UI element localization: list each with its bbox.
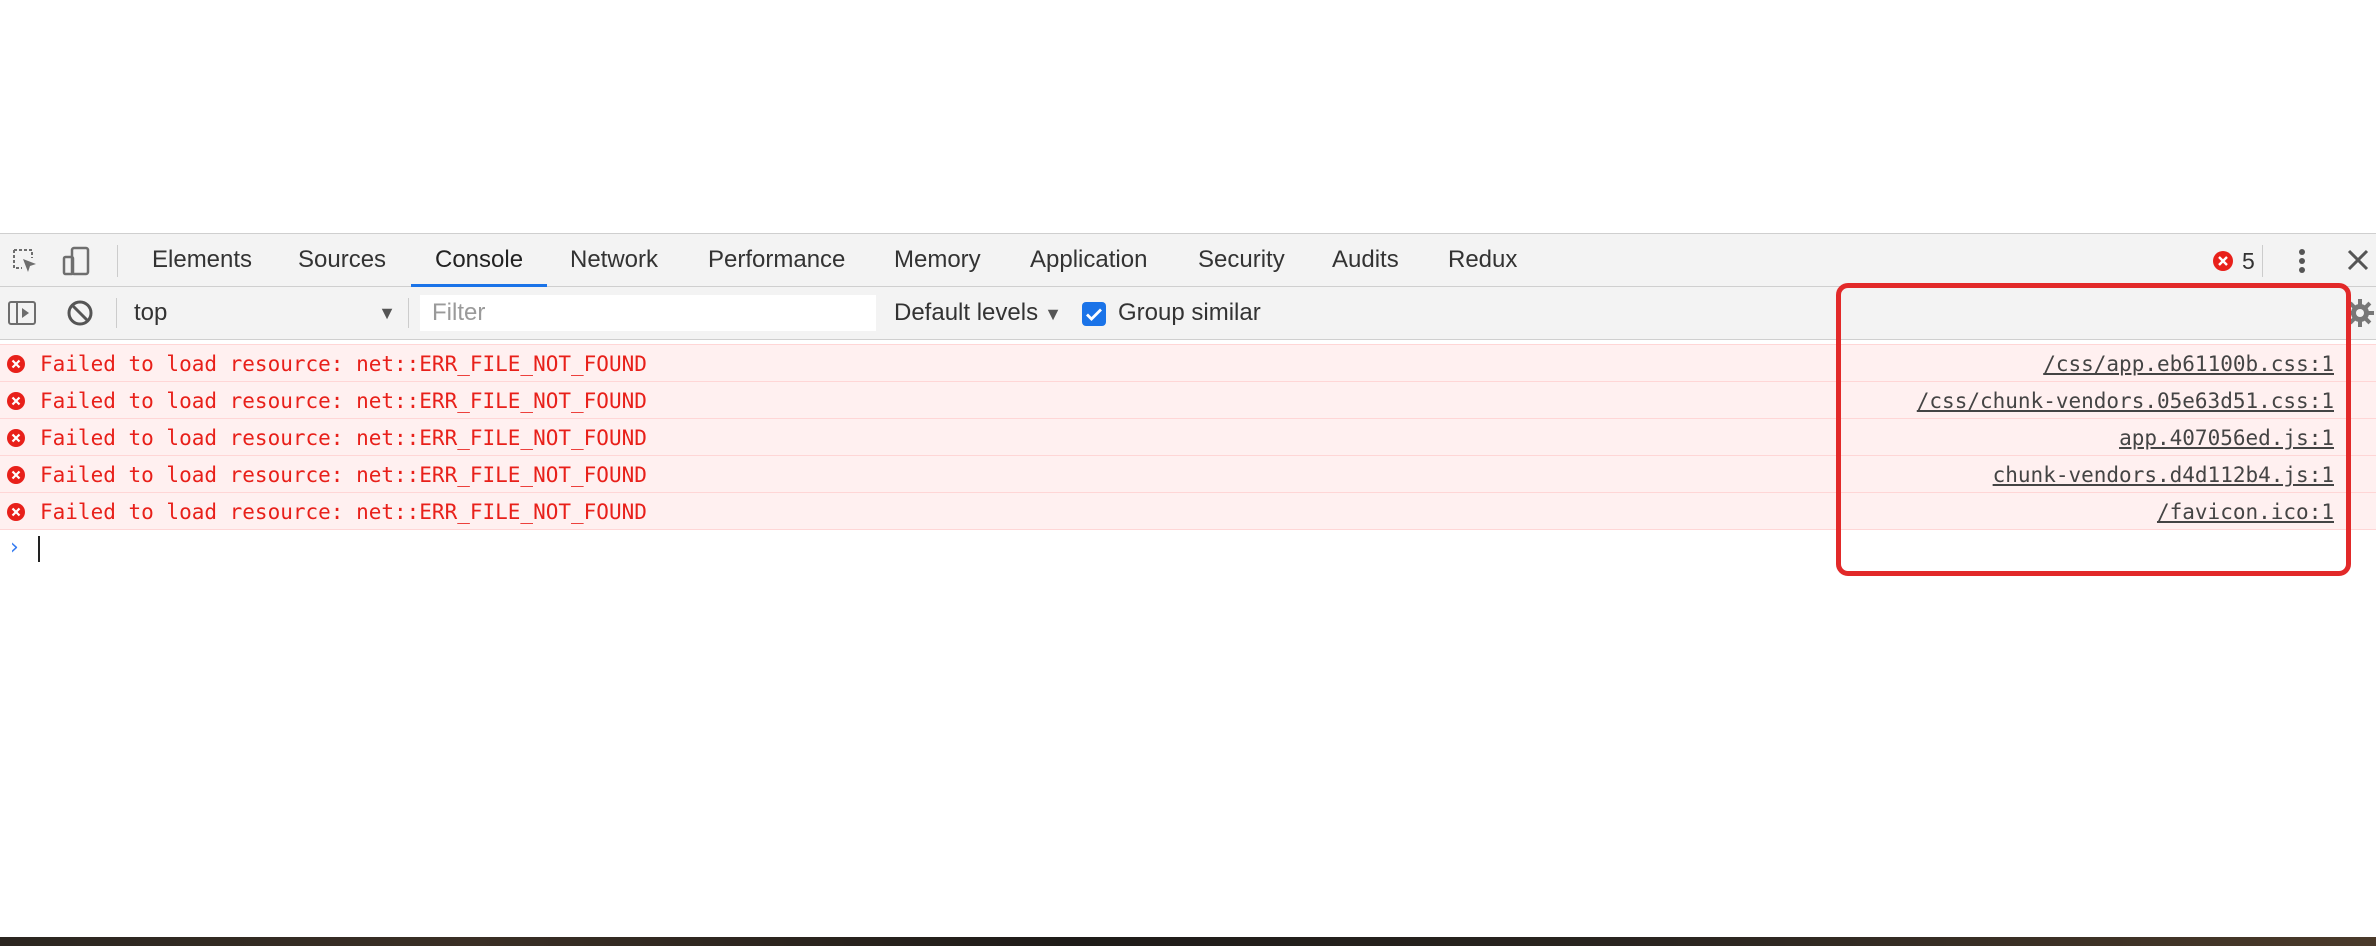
toolbar-divider	[117, 245, 118, 277]
error-icon	[6, 502, 26, 522]
highlight-annotation-box	[1836, 283, 2351, 576]
levels-label: Default levels	[894, 299, 1039, 326]
tab-memory[interactable]: Memory	[894, 234, 981, 288]
checkmark-icon	[1086, 308, 1102, 321]
devtools-page: Elements Sources Console Network Perform…	[0, 0, 2376, 946]
text-caret	[38, 536, 40, 562]
more-options-icon[interactable]	[2286, 245, 2318, 277]
tab-audits[interactable]: Audits	[1332, 234, 1399, 288]
group-similar-checkbox[interactable]	[1082, 302, 1106, 326]
show-sidebar-icon[interactable]	[6, 297, 38, 329]
toolbar-divider	[408, 298, 409, 328]
error-message-text: Failed to load resource: net::ERR_FILE_N…	[40, 463, 647, 487]
group-similar-label[interactable]: Group similar	[1118, 295, 1261, 331]
error-message-text: Failed to load resource: net::ERR_FILE_N…	[40, 426, 647, 450]
tab-application[interactable]: Application	[1030, 234, 1147, 288]
device-toolbar-icon[interactable]	[60, 244, 94, 278]
tab-console[interactable]: Console	[411, 234, 548, 288]
error-message-text: Failed to load resource: net::ERR_FILE_N…	[40, 389, 647, 413]
error-icon	[6, 391, 26, 411]
tab-sources[interactable]: Sources	[298, 234, 386, 288]
prompt-chevron-icon: ›	[10, 535, 19, 560]
error-message-text: Failed to load resource: net::ERR_FILE_N…	[40, 500, 647, 524]
inspect-element-icon[interactable]	[8, 244, 42, 278]
error-icon	[6, 428, 26, 448]
toolbar-divider	[2262, 245, 2263, 277]
clear-console-icon[interactable]	[64, 297, 96, 329]
tab-security[interactable]: Security	[1198, 234, 1285, 288]
log-levels-dropdown[interactable]: Default levels ▼	[894, 295, 1062, 331]
context-value: top	[134, 299, 168, 326]
toolbar-divider	[116, 298, 117, 328]
tab-network[interactable]: Network	[570, 234, 658, 288]
error-icon	[2213, 251, 2233, 271]
dropdown-arrow-icon: ▼	[1044, 304, 1062, 324]
error-icon	[6, 465, 26, 485]
tab-redux[interactable]: Redux	[1448, 234, 1517, 288]
error-count-value: 5	[2242, 247, 2255, 274]
tab-elements[interactable]: Elements	[152, 234, 252, 288]
background-strip	[0, 937, 2376, 946]
error-counter[interactable]: 5	[2212, 248, 2255, 274]
error-icon	[6, 354, 26, 374]
tab-performance[interactable]: Performance	[708, 234, 845, 288]
close-icon[interactable]	[2342, 244, 2374, 276]
context-selector[interactable]: top ▼	[134, 295, 396, 331]
error-message-text: Failed to load resource: net::ERR_FILE_N…	[40, 352, 647, 376]
devtools-tab-bar: Elements Sources Console Network Perform…	[0, 233, 2376, 288]
filter-input[interactable]	[420, 295, 876, 331]
dropdown-arrow-icon: ▼	[378, 303, 396, 323]
